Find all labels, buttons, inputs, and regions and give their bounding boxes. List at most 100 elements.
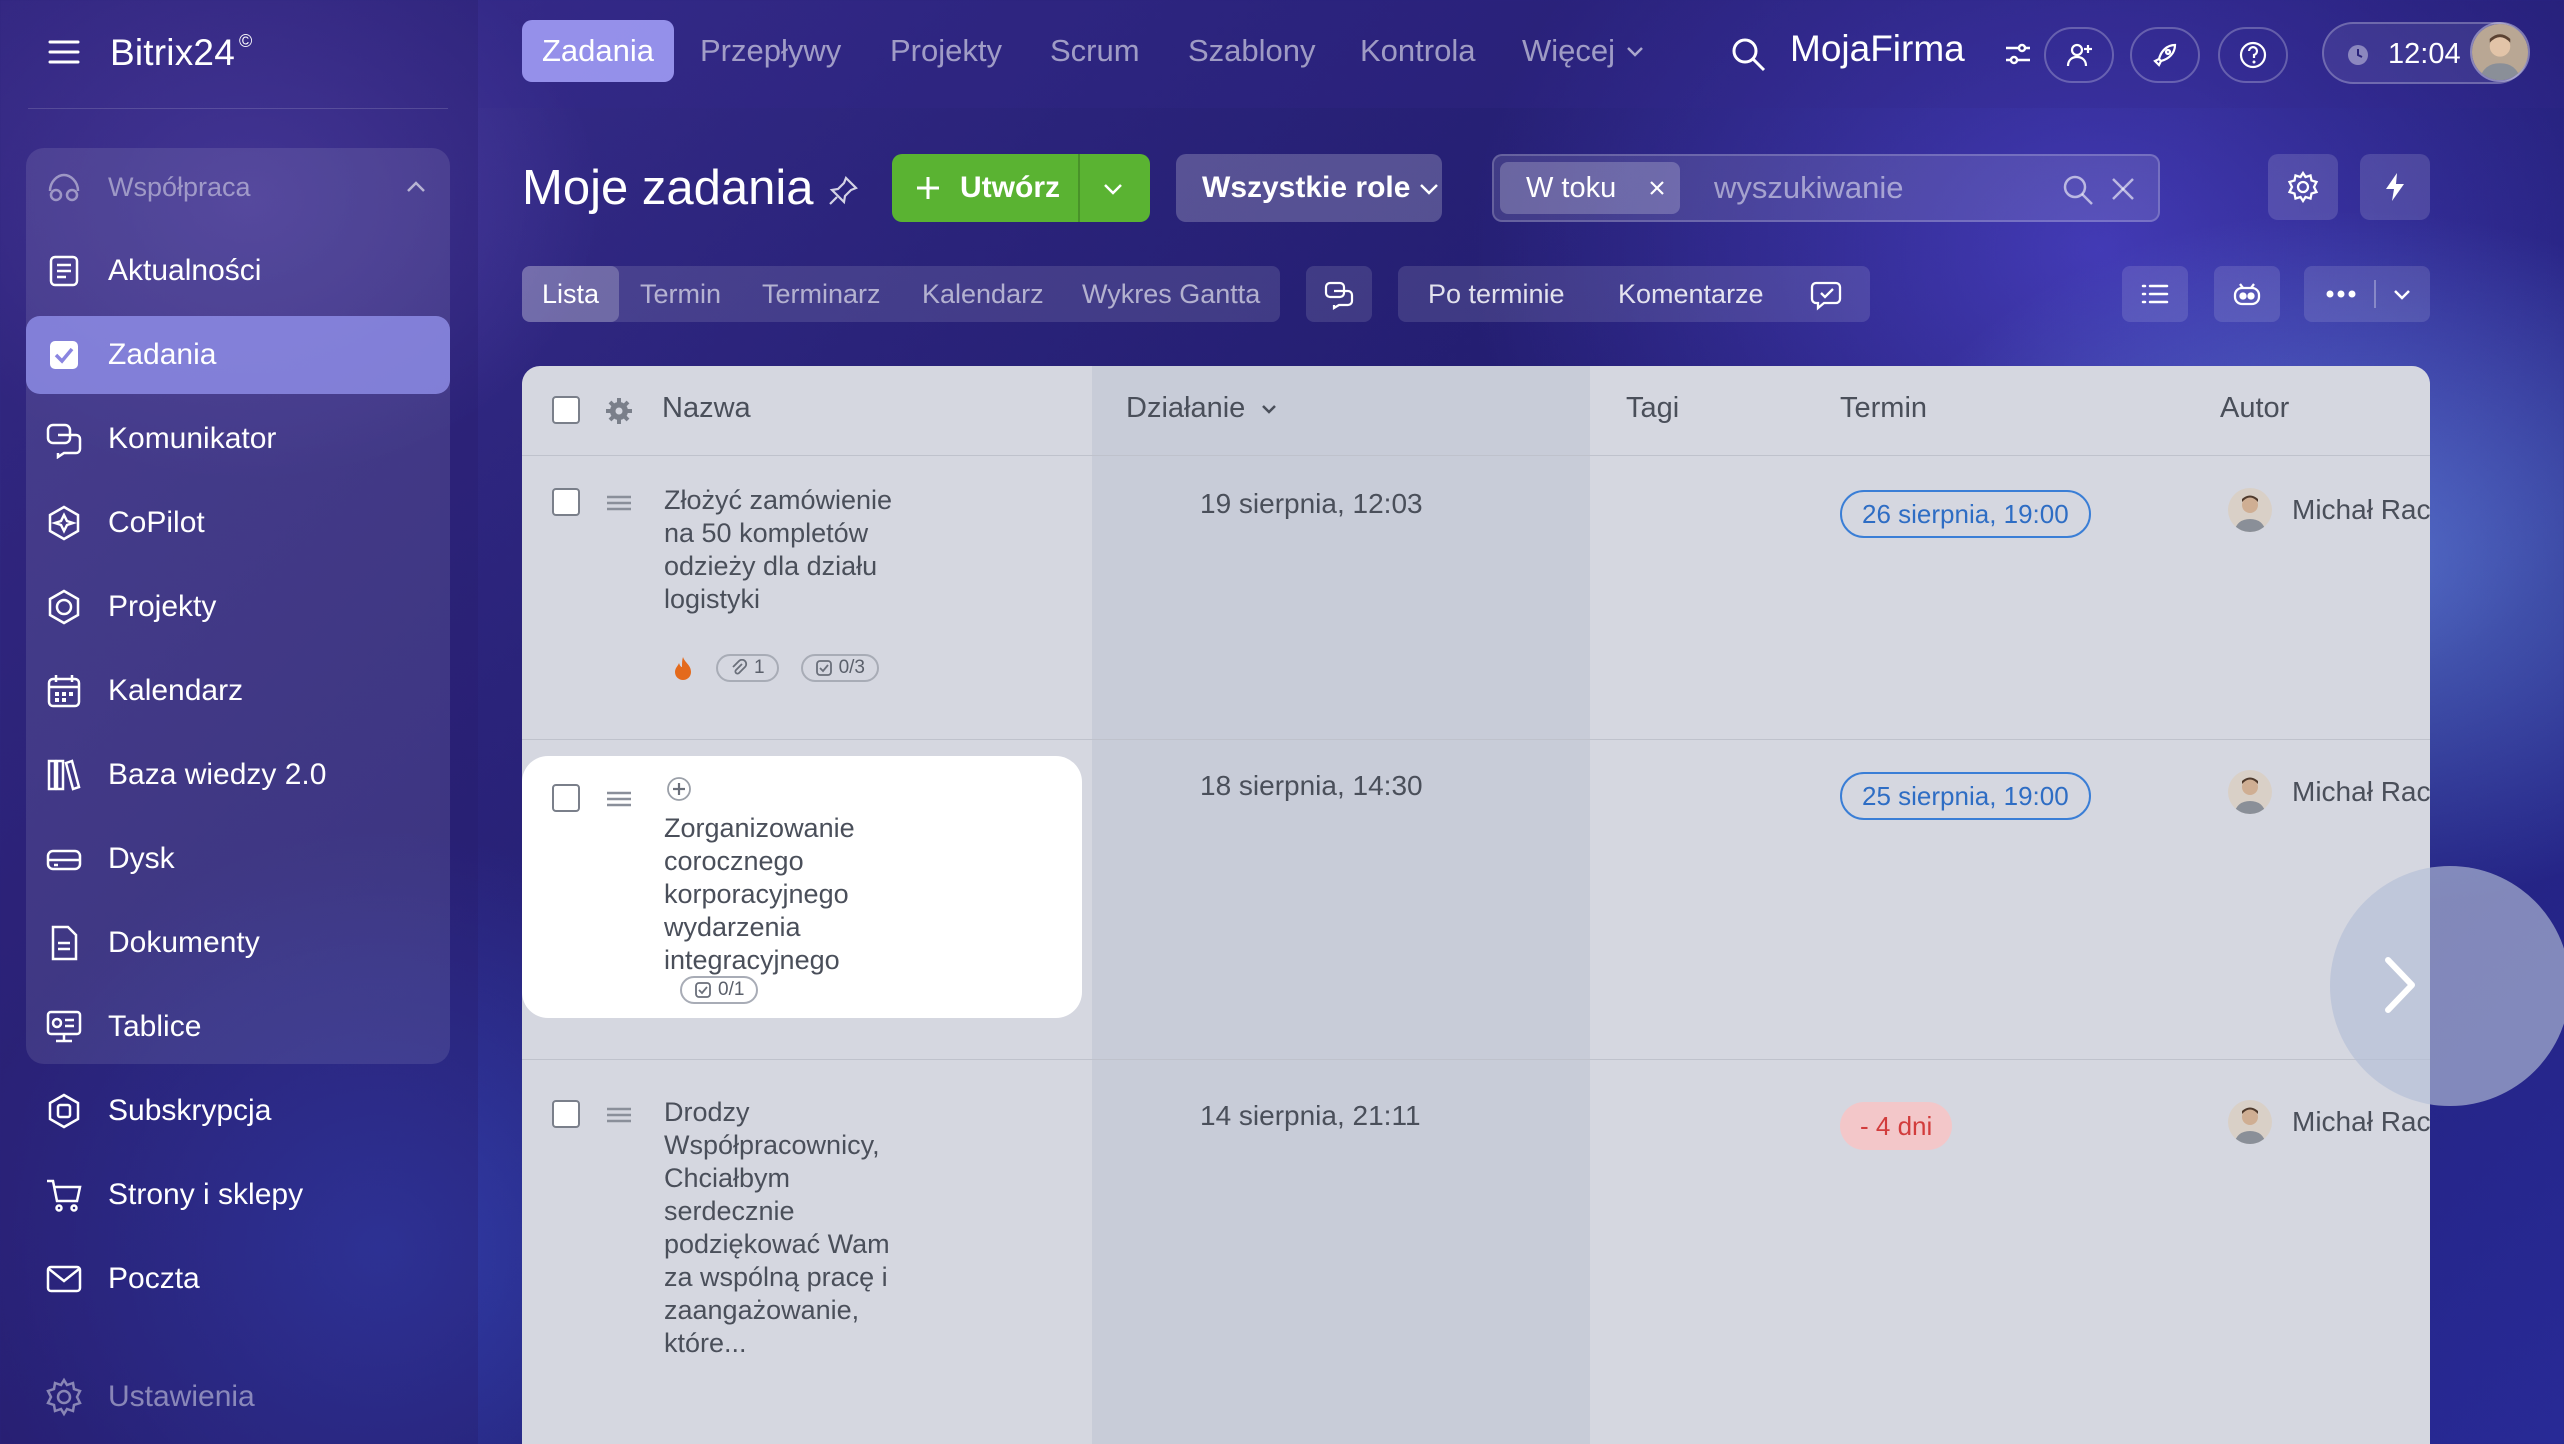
sidebar-item-knowledge-base[interactable]: Baza wiedzy 2.0 (26, 736, 450, 814)
top-tab-scrum[interactable]: Scrum (1050, 20, 1140, 82)
highlighted-task-card[interactable]: Zorganizowanie corocznego korporacyjnego… (522, 756, 1082, 1018)
sidebar-item-mail[interactable]: Poczta (26, 1240, 450, 1318)
create-task-button[interactable]: Utwórz (892, 154, 1150, 222)
top-tab-control[interactable]: Kontrola (1360, 20, 1475, 82)
sidebar-item-sites-stores[interactable]: Strony i sklepy (26, 1156, 450, 1234)
view-tab-planner[interactable]: Terminarz (762, 266, 881, 322)
sidebar-item-settings[interactable]: Ustawienia (26, 1358, 450, 1436)
comments-check-icon[interactable] (1810, 277, 1846, 313)
column-header-activity[interactable]: Działanie (1126, 392, 1279, 425)
sidebar-item-calendar[interactable]: Kalendarz (26, 652, 450, 730)
user-avatar[interactable] (2470, 22, 2530, 82)
sidebar-item-tasks[interactable]: Zadania (26, 316, 450, 394)
table-row[interactable]: Złożyć zamówienie na 50 kompletów odzież… (522, 456, 2430, 740)
row-checkbox[interactable] (552, 488, 580, 516)
clock-icon (2348, 45, 2368, 65)
chat-icon (46, 423, 82, 459)
more-dots-icon (2326, 290, 2356, 298)
row-checkbox[interactable] (552, 784, 580, 812)
task-deadline-badge[interactable]: 26 sierpnia, 19:00 (1840, 490, 2091, 538)
remove-filter-icon[interactable] (1646, 177, 1668, 199)
task-title[interactable]: Złożyć zamówienie na 50 kompletów odzież… (664, 484, 924, 616)
robots-button[interactable] (2214, 266, 2280, 322)
view-tab-calendar[interactable]: Kalendarz (922, 266, 1044, 322)
sidebar-item-news[interactable]: Aktualności (26, 232, 450, 310)
chevron-up-icon[interactable] (402, 173, 430, 201)
top-tab-tasks[interactable]: Zadania (522, 20, 675, 82)
sidebar: Bitrix24 © Współpraca Aktualności Zadania… (0, 0, 478, 1444)
help-button[interactable] (2218, 27, 2288, 83)
view-tab-list[interactable]: Lista (522, 266, 620, 322)
filter-search-box[interactable]: W toku (1492, 154, 2160, 222)
list-settings-button[interactable] (2268, 154, 2338, 220)
sidebar-section-collaboration[interactable]: Współpraca (26, 148, 450, 226)
sidebar-item-drive[interactable]: Dysk (26, 820, 450, 898)
column-header-author[interactable]: Autor (2220, 392, 2289, 425)
column-header-name[interactable]: Nazwa (662, 392, 751, 425)
sidebar-item-projects[interactable]: Projekty (26, 568, 450, 646)
search-icon[interactable] (2060, 172, 2096, 208)
task-author[interactable]: Michał Rac (2228, 770, 2430, 814)
sidebar-item-label: Strony i sklepy (108, 1178, 304, 1211)
add-subtask-plus-icon[interactable] (666, 776, 692, 802)
hamburger-menu-icon[interactable] (44, 32, 84, 72)
checklist-badge[interactable]: 0/1 (680, 976, 759, 1004)
comments-button[interactable]: Komentarze (1618, 279, 1764, 310)
automation-button[interactable] (2360, 154, 2430, 220)
more-actions-button[interactable] (2304, 266, 2430, 322)
sidebar-item-subscription[interactable]: Subskrypcja (26, 1072, 450, 1150)
column-header-tags[interactable]: Tagi (1626, 392, 1679, 425)
sidebar-item-boards[interactable]: Tablice (26, 988, 450, 1066)
top-tab-projects[interactable]: Projekty (890, 20, 1002, 82)
pin-icon[interactable] (826, 174, 860, 208)
table-row[interactable]: Drodzy Współpracownicy, Chciałbym serdec… (522, 1060, 2430, 1444)
plus-icon (917, 177, 939, 199)
view-tabs: Lista Termin Terminarz Kalendarz Wykres … (522, 266, 1280, 322)
view-tab-gantt[interactable]: Wykres Gantta (1082, 266, 1260, 322)
author-name: Michał Rac (2292, 494, 2430, 525)
task-search-input[interactable] (1714, 166, 2074, 210)
drag-handle-icon[interactable] (604, 1100, 634, 1130)
task-chats-button[interactable] (1306, 266, 1372, 322)
select-all-checkbox[interactable] (552, 396, 580, 424)
top-tab-more[interactable]: Więcej (1522, 20, 1647, 82)
launch-button[interactable] (2130, 27, 2200, 83)
list-view-button[interactable] (2122, 266, 2188, 322)
sort-by-deadline-button[interactable]: Po terminie (1428, 279, 1565, 310)
column-header-deadline[interactable]: Termin (1840, 392, 1927, 425)
sidebar-item-label: Komunikator (108, 422, 277, 455)
filter-chip-in-progress[interactable]: W toku (1500, 162, 1680, 214)
column-settings-gear-icon[interactable] (604, 396, 634, 426)
task-author[interactable]: Michał Rac (2228, 488, 2430, 532)
sidebar-item-documents[interactable]: Dokumenty (26, 904, 450, 982)
checklist-badge[interactable]: 0/3 (800, 654, 879, 682)
row-checkbox[interactable] (552, 1100, 580, 1128)
view-tab-deadline[interactable]: Termin (640, 266, 721, 322)
attachments-badge[interactable]: 1 (716, 654, 779, 682)
top-tab-templates[interactable]: Szablony (1188, 20, 1316, 82)
drive-icon (46, 849, 82, 871)
roles-dropdown[interactable]: Wszystkie role (1176, 154, 1442, 222)
chat-bubbles-icon (1324, 281, 1354, 310)
task-title[interactable]: Drodzy Współpracownicy, Chciałbym serdec… (664, 1096, 924, 1360)
next-arrow-button[interactable] (2330, 866, 2564, 1106)
tune-settings-icon[interactable] (2002, 38, 2034, 70)
global-search-icon[interactable] (1728, 34, 1768, 74)
sidebar-item-messenger[interactable]: Komunikator (26, 400, 450, 478)
task-deadline-overdue-badge[interactable]: - 4 dni (1840, 1102, 1953, 1150)
drag-handle-icon[interactable] (604, 784, 634, 814)
chevron-down-icon[interactable] (1098, 174, 1128, 204)
task-title[interactable]: Zorganizowanie corocznego korporacyjnego… (664, 812, 924, 977)
task-author[interactable]: Michał Rac (2228, 1100, 2430, 1144)
top-tab-flows[interactable]: Przepływy (700, 20, 841, 82)
task-deadline-badge[interactable]: 25 sierpnia, 19:00 (1840, 772, 2091, 820)
sidebar-item-copilot[interactable]: CoPilot (26, 484, 450, 562)
company-name[interactable]: MojaFirma (1790, 28, 1965, 70)
author-avatar (2228, 1100, 2272, 1144)
settings-gear-icon (46, 1377, 82, 1417)
attachments-count: 1 (754, 657, 765, 678)
clear-search-icon[interactable] (2108, 174, 2138, 204)
drag-handle-icon[interactable] (604, 488, 634, 518)
brand-logo[interactable]: Bitrix24 © (110, 31, 252, 74)
invite-user-button[interactable] (2044, 27, 2114, 83)
